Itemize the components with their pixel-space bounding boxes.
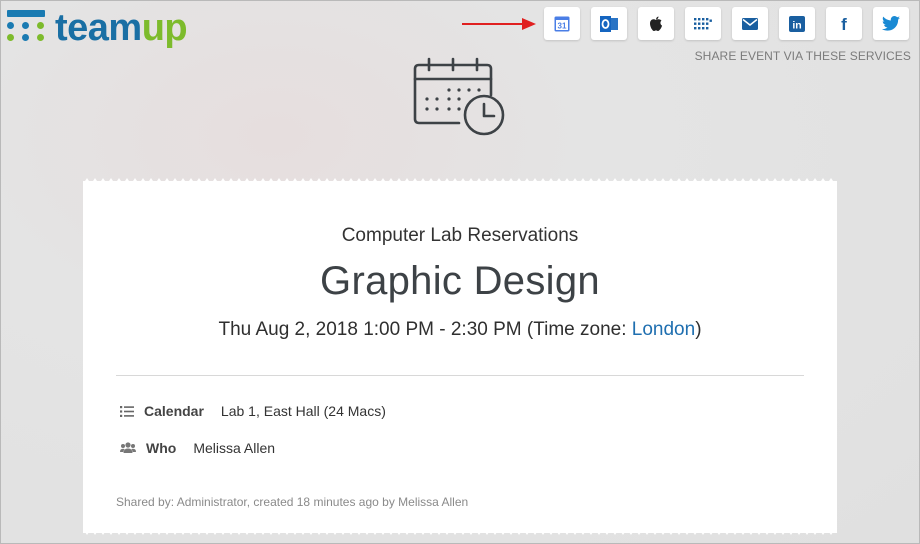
twitter-bird-icon: [882, 16, 900, 31]
event-time-suffix: ): [695, 319, 702, 340]
calendar-value: Lab 1, East Hall (24 Macs): [220, 403, 386, 419]
divider: [116, 375, 804, 376]
share-services-label: SHARE EVENT VIA THESE SERVICES: [694, 49, 911, 63]
calendar-name: Computer Lab Reservations: [341, 225, 579, 246]
who-detail-row: Who Melissa Allen: [120, 440, 275, 456]
linkedin-icon-text: in: [792, 19, 801, 31]
who-label: Who: [146, 440, 177, 456]
share-google-calendar-button[interactable]: 31: [544, 7, 580, 40]
logo-mark-icon: [7, 10, 45, 46]
share-outlook-button[interactable]: [591, 7, 627, 40]
linkedin-icon: in: [789, 15, 805, 32]
calendar-clock-icon: [413, 57, 505, 136]
list-icon: [120, 405, 134, 417]
outlook-icon: [600, 15, 618, 32]
share-twitter-button[interactable]: [873, 7, 909, 40]
event-time-range: Thu Aug 2, 2018 1:00 PM - 2:30 PM (Time …: [218, 319, 632, 340]
google-calendar-icon-text: 31: [558, 21, 567, 30]
share-email-button[interactable]: [732, 7, 768, 40]
apple-icon: [650, 16, 662, 31]
annotation-arrow-icon: [462, 18, 536, 30]
facebook-icon: f: [841, 15, 847, 33]
facebook-icon-text: f: [841, 15, 847, 33]
logo-text: teamup: [55, 7, 188, 49]
envelope-icon: [742, 17, 758, 30]
share-services-bar: 31 in f: [544, 7, 909, 40]
share-ical-feed-button[interactable]: [685, 7, 721, 40]
share-apple-button[interactable]: [638, 7, 674, 40]
logo-text-team: team: [55, 7, 142, 49]
event-title: Graphic Design: [320, 259, 600, 303]
users-icon: [120, 442, 136, 453]
calendar-label: Calendar: [144, 403, 204, 419]
logo-text-up: up: [141, 7, 188, 49]
event-time: Thu Aug 2, 2018 1:00 PM - 2:30 PM (Time …: [83, 319, 837, 341]
shared-by-text: Shared by: Administrator, created 18 min…: [116, 495, 469, 509]
google-calendar-icon: 31: [554, 16, 570, 31]
teamup-logo[interactable]: teamup: [7, 7, 188, 49]
timezone-link[interactable]: London: [632, 319, 695, 340]
share-facebook-button[interactable]: f: [826, 7, 862, 40]
ical-grid-icon: [694, 17, 712, 29]
calendar-detail-row: Calendar Lab 1, East Hall (24 Macs): [120, 403, 386, 419]
who-value: Melissa Allen: [193, 440, 276, 456]
share-linkedin-button[interactable]: in: [779, 7, 815, 40]
event-card: Computer Lab Reservations Graphic Design…: [83, 181, 837, 533]
